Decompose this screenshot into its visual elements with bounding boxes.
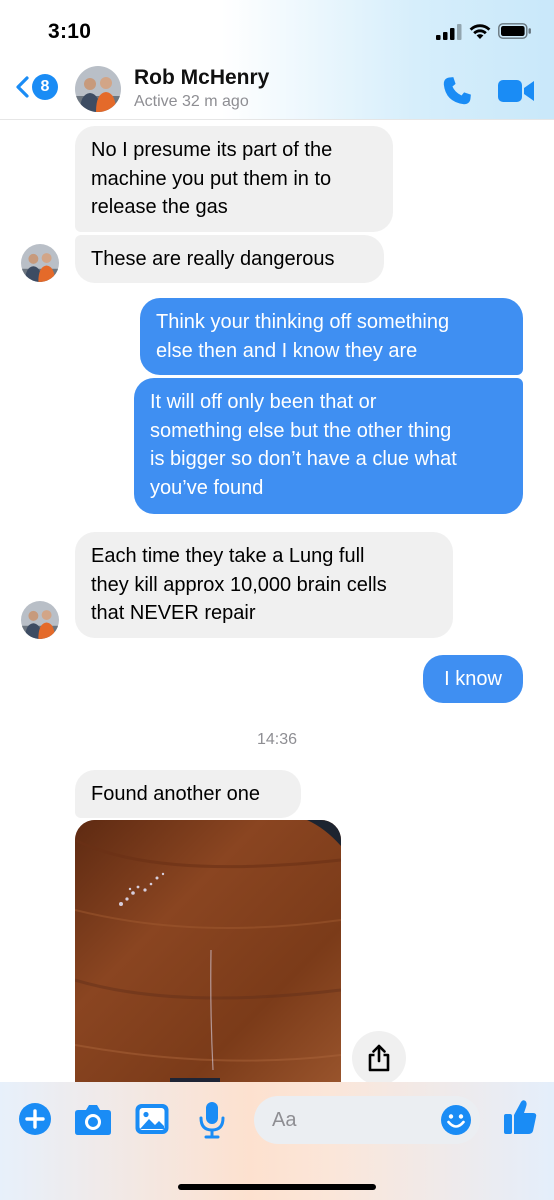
message-composer: Aa [0,1082,554,1200]
message-line: Found another one [91,783,261,805]
message-bubble[interactable]: Each time they take a Lung full they kil… [75,532,453,638]
share-button[interactable] [352,1031,406,1085]
status-time: 3:10 [48,20,92,43]
message-input[interactable]: Aa [254,1096,480,1144]
camera-icon[interactable] [74,1102,112,1136]
message-line: they kill approx 10,000 brain cells [91,573,387,596]
message-line: machine you put them in to [91,167,332,190]
wifi-icon [469,24,491,39]
message-line: that NEVER repair [91,602,256,624]
message-line: Think your thinking off something [156,311,450,333]
message-line: else then and I know they are [156,339,418,362]
message-line: you’ve found [150,476,264,499]
home-indicator [178,1184,376,1190]
phone-call-icon[interactable] [440,74,474,108]
conversation-header: 8 Rob McHenry Active 32 m ago [0,60,554,120]
message-bubble[interactable]: These are really dangerous [75,235,384,283]
plus-icon[interactable] [18,1102,52,1136]
message-line: something else but the other thing [150,419,452,442]
message-line: No I presume its part of the [91,139,333,161]
message-line: release the gas [91,196,228,218]
message-bubble[interactable]: It will off only been that or something … [134,378,523,514]
contact-name[interactable]: Rob McHenry [134,66,269,90]
share-icon [368,1044,390,1072]
unread-count-badge: 8 [32,74,58,100]
message-bubble[interactable]: Think your thinking off something else t… [140,298,523,375]
message-line: It will off only been that or [150,391,377,413]
status-bar: 3:10 [0,0,554,60]
gallery-icon[interactable] [134,1102,170,1136]
message-line: Each time they take a Lung full [91,545,365,567]
back-button[interactable]: 8 [14,74,58,100]
message-bubble[interactable]: I know [423,655,523,703]
contact-avatar-small[interactable] [21,601,59,639]
video-call-icon[interactable] [496,77,536,105]
message-line: These are really dangerous [91,248,335,270]
cellular-signal-icon [436,24,462,40]
message-bubble[interactable]: No I presume its part of the machine you… [75,126,393,232]
contact-avatar-small[interactable] [21,244,59,282]
active-status: Active 32 m ago [134,93,249,110]
contact-avatar[interactable] [75,66,121,112]
message-line: is bigger so don’t have a clue what [150,448,457,470]
microphone-icon[interactable] [198,1100,226,1140]
message-timestamp: 14:36 [256,731,298,748]
photo-attachment[interactable] [75,820,341,1090]
emoji-icon[interactable] [440,1104,472,1136]
chevron-left-icon [16,76,29,98]
message-input-placeholder: Aa [272,1109,297,1131]
message-bubble[interactable]: Found another one [75,770,301,818]
battery-icon [498,23,531,39]
thumbs-up-icon[interactable] [502,1098,538,1136]
message-line: I know [444,668,502,690]
